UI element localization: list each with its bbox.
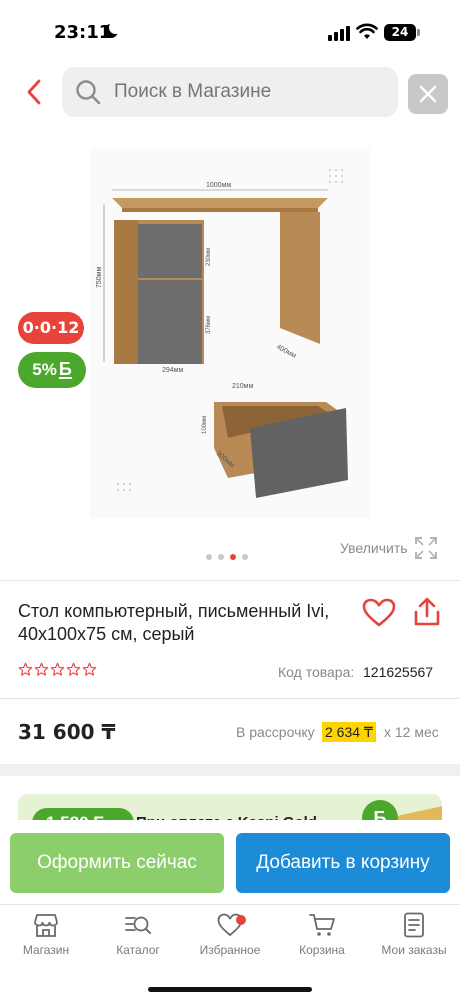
close-button[interactable] [408,74,448,114]
pagination-dot[interactable] [218,554,224,560]
divider [0,580,460,581]
share-button[interactable] [412,596,442,628]
status-time: 23:11 [54,22,112,43]
star-empty-icon [18,662,33,676]
orders-icon [404,912,424,938]
tab-label: Каталог [116,943,160,957]
tab-cart[interactable]: Корзина [276,911,368,957]
product-title: Стол компьютерный, письменный Ivi, 40x10… [18,601,330,644]
status-bar: 23:11 24 [0,0,460,60]
battery-indicator: 24 [384,24,420,41]
tab-label: Магазин [22,943,70,957]
do-not-disturb-icon [104,21,122,38]
star-empty-icon [34,662,49,676]
buy-now-button[interactable]: Оформить сейчас [10,833,224,893]
dimension-cabinet-label: 294мм [162,367,183,374]
dimension-drawer-width-label: 210мм [232,383,253,390]
cellular-signal-icon [328,26,350,41]
product-gallery[interactable]: 1000мм 750мм 230мм 376мм 400мм 294мм 210… [0,148,460,568]
section-separator [0,764,460,776]
star-empty-icon [82,662,97,676]
expand-icon [414,537,437,559]
cart-icon [309,914,335,936]
heart-icon [362,598,396,627]
bottom-tab-bar: Магазин Каталог Избранное Корзина Мои за… [0,904,460,1000]
installment-amount[interactable]: 2 634 ₸ [322,722,376,742]
close-icon [419,85,437,103]
tab-favorites[interactable]: Избранное [184,911,276,957]
zoom-button[interactable]: Увеличить [340,536,438,560]
dimension-height-label: 750мм [96,267,103,288]
dimension-width-label: 1000мм [206,182,231,189]
tab-shop[interactable]: Магазин [0,911,92,957]
wifi-icon [356,23,378,39]
tab-orders[interactable]: Мои заказы [368,911,460,957]
catalog-search-icon [125,916,151,934]
favorite-button[interactable] [362,598,396,628]
bonus-symbol: Б [58,359,72,379]
star-empty-icon [66,662,81,676]
add-to-cart-button[interactable]: Добавить в корзину [236,833,450,893]
chevron-left-icon [27,79,41,105]
shop-icon [34,914,58,937]
product-code-label: Код товара: [278,664,355,680]
zoom-label: Увеличить [340,540,408,556]
installment-months: x 12 мес [384,724,439,740]
action-bar: Оформить сейчас Добавить в корзину [0,820,460,904]
pagination-dot[interactable] [206,554,212,560]
pagination-dot[interactable] [242,554,248,560]
tab-catalog[interactable]: Каталог [92,911,184,957]
star-empty-icon [50,662,65,676]
search-box[interactable] [62,67,398,117]
product-code-value: 121625567 [363,664,434,680]
rating-stars[interactable] [18,662,97,677]
tab-label: Корзина [299,943,345,957]
installment-badge: 0·0·12 [18,312,84,344]
back-button[interactable] [18,74,50,110]
dimension-drawer-label: 230мм [206,248,212,266]
bonus-percent: 5% [32,360,57,379]
search-icon [76,80,101,105]
divider [0,698,460,699]
home-indicator [148,987,312,992]
gallery-pagination [206,554,248,560]
tab-label: Мои заказы [381,943,447,957]
notification-dot [236,915,246,925]
dimension-door-label: 376мм [206,316,212,334]
product-price: 31 600 ₸ [18,720,116,744]
search-header [0,66,460,118]
installment-prefix: В рассрочку [236,724,315,740]
pagination-dot-active[interactable] [230,554,236,560]
tab-label: Избранное [199,943,261,957]
search-input[interactable] [114,81,374,103]
product-image[interactable]: 1000мм 750мм 230мм 376мм 400мм 294мм 210… [90,148,370,518]
share-icon [414,597,440,626]
dimension-drawer-height-label: 100мм [202,416,208,434]
bonus-badge: 5% Б [18,352,86,388]
